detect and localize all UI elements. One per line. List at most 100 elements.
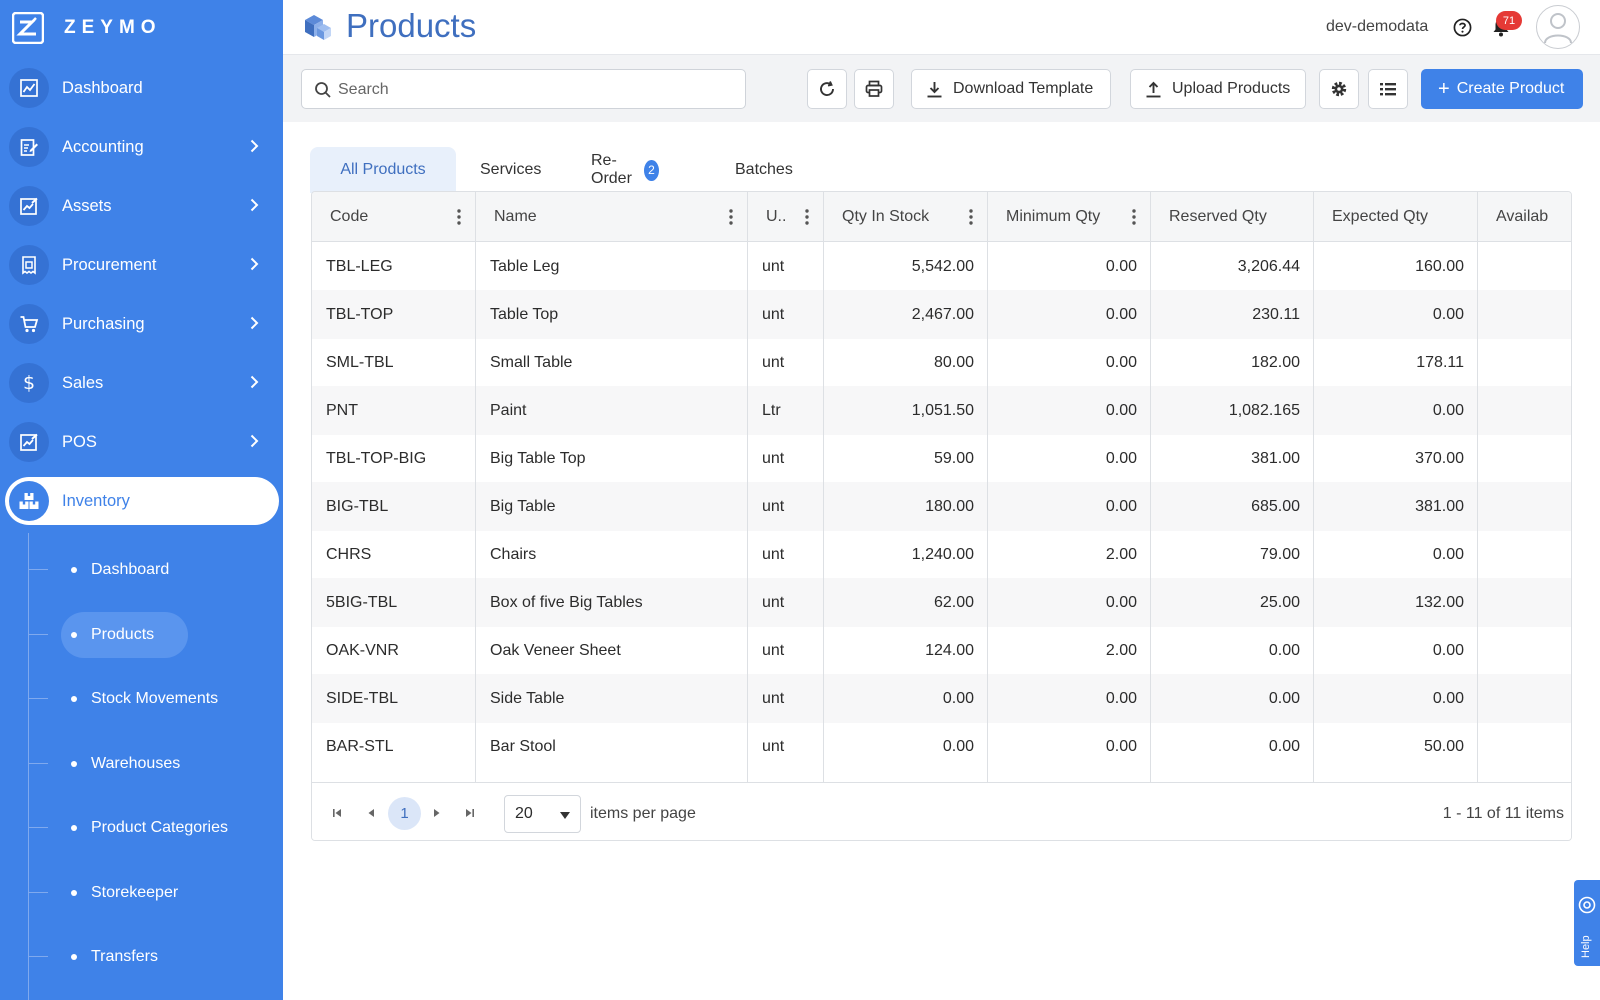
sidebar-item-label: Purchasing bbox=[62, 314, 145, 333]
page-size-select[interactable]: 20 bbox=[504, 795, 581, 833]
table-cell: TBL-LEG bbox=[326, 257, 393, 275]
column-menu-icon[interactable] bbox=[457, 209, 461, 230]
table-cell: 182.00 bbox=[1251, 353, 1300, 371]
table-cell: Box of five Big Tables bbox=[490, 593, 643, 611]
table-cell: Big Table bbox=[490, 497, 556, 515]
table-row[interactable]: SML-TBL Small Table unt 80.00 0.00 182.00 178.… bbox=[312, 338, 1571, 387]
sidebar-item-assets[interactable]: Assets bbox=[0, 181, 283, 231]
sidebar-item-accounting[interactable]: Accounting bbox=[0, 122, 283, 172]
table-cell: 80.00 bbox=[933, 353, 974, 371]
submenu-item-label: Stock Movements bbox=[91, 690, 219, 707]
column-header-u[interactable]: U.. bbox=[748, 192, 824, 242]
sidebar-item-purchasing[interactable]: Purchasing bbox=[0, 299, 283, 349]
column-divider bbox=[987, 192, 988, 782]
last-page-button[interactable] bbox=[462, 805, 478, 821]
tree-connector bbox=[28, 827, 48, 828]
user-name[interactable]: dev-demodata bbox=[1326, 18, 1428, 36]
submenu-item-dashboard[interactable]: Dashboard bbox=[0, 547, 283, 593]
column-menu-icon[interactable] bbox=[805, 209, 809, 230]
table-row[interactable]: CHRS Chairs unt 1,240.00 2.00 79.00 0.00 bbox=[312, 530, 1571, 579]
refresh-button[interactable] bbox=[807, 69, 847, 109]
download-template-button[interactable]: Download Template bbox=[911, 69, 1111, 109]
table-row[interactable]: 5BIG-TBL Box of five Big Tables unt 62.00 0.… bbox=[312, 578, 1571, 627]
help-widget-label: Help bbox=[1580, 935, 1592, 958]
gear-icon bbox=[1331, 81, 1347, 97]
help-circle-icon[interactable] bbox=[1453, 18, 1472, 42]
column-header-name[interactable]: Name bbox=[476, 192, 748, 242]
search-input[interactable] bbox=[338, 78, 728, 102]
table-row[interactable]: OAK-VNR Oak Veneer Sheet unt 124.00 2.00 0.00… bbox=[312, 626, 1571, 675]
submenu-item-product-categories[interactable]: Product Categories bbox=[0, 805, 283, 851]
submenu-item-warehouses[interactable]: Warehouses bbox=[0, 741, 283, 787]
sidebar-item-label: Dashboard bbox=[62, 78, 143, 97]
column-menu-icon[interactable] bbox=[1132, 209, 1136, 230]
tab-services[interactable]: Services bbox=[480, 147, 541, 193]
products-grid: Code Name U.. Qty In Stock Minimum Qty Reserv… bbox=[311, 191, 1572, 841]
column-header-availab[interactable]: Availab bbox=[1478, 192, 1571, 242]
table-cell: 25.00 bbox=[1259, 593, 1300, 611]
sidebar-item-inventory[interactable]: Inventory bbox=[0, 476, 283, 526]
table-cell: Big Table Top bbox=[490, 449, 586, 467]
prev-page-button[interactable] bbox=[363, 805, 379, 821]
brand[interactable]: ZEYMO bbox=[12, 10, 162, 46]
sidebar-item-label: Procurement bbox=[62, 255, 157, 274]
table-cell: BAR-STL bbox=[326, 737, 394, 755]
table-cell: Table Top bbox=[490, 305, 559, 323]
column-header-reserved-qty[interactable]: Reserved Qty bbox=[1151, 192, 1314, 242]
table-row[interactable]: SIDE-TBL Side Table unt 0.00 0.00 0.00 0.00 bbox=[312, 674, 1571, 723]
bullet-dot bbox=[71, 890, 77, 896]
table-row[interactable]: TBL-TOP-BIG Big Table Top unt 59.00 0.00 381.… bbox=[312, 434, 1571, 483]
sidebar: ZEYMO Dashboard Accounting Assets Procureme… bbox=[0, 0, 283, 1000]
submenu-item-label: Storekeeper bbox=[91, 884, 179, 901]
table-row[interactable]: TBL-LEG Table Leg unt 5,542.00 0.00 3,206.44 1… bbox=[312, 242, 1571, 291]
submenu-item-products[interactable]: Products bbox=[0, 612, 283, 658]
column-header-code[interactable]: Code bbox=[312, 192, 476, 242]
sidebar-item-sales[interactable]: $ Sales bbox=[0, 358, 283, 408]
submenu-item-storekeeper[interactable]: Storekeeper bbox=[0, 870, 283, 916]
column-header-minimum-qty[interactable]: Minimum Qty bbox=[988, 192, 1151, 242]
submenu-item-transfers[interactable]: Transfers bbox=[0, 934, 283, 980]
tab-all-products[interactable]: All Products bbox=[310, 147, 456, 193]
column-menu-icon[interactable] bbox=[969, 209, 973, 230]
tab-batches[interactable]: Batches bbox=[735, 147, 793, 193]
help-widget[interactable]: Help bbox=[1574, 880, 1600, 966]
table-cell: 50.00 bbox=[1423, 737, 1464, 755]
submenu-item-stock-movements[interactable]: Stock Movements bbox=[0, 676, 283, 722]
table-row[interactable]: BIG-TBL Big Table unt 180.00 0.00 685.00 381.0… bbox=[312, 482, 1571, 531]
column-header-expected-qty[interactable]: Expected Qty bbox=[1314, 192, 1478, 242]
avatar[interactable] bbox=[1536, 5, 1580, 49]
next-page-button[interactable] bbox=[429, 805, 445, 821]
table-row[interactable]: BAR-STL Bar Stool unt 0.00 0.00 0.00 50.00 bbox=[312, 722, 1571, 771]
sidebar-item-pos[interactable]: POS bbox=[0, 417, 283, 467]
settings-button[interactable] bbox=[1319, 69, 1359, 109]
table-row[interactable]: PNT Paint Ltr 1,051.50 0.00 1,082.165 0.00 bbox=[312, 386, 1571, 435]
table-cell: Small Table bbox=[490, 353, 573, 371]
cart-icon bbox=[9, 304, 49, 344]
tree-connector bbox=[28, 892, 48, 893]
products-cube-icon bbox=[301, 11, 333, 48]
table-cell: 0.00 bbox=[1432, 305, 1464, 323]
table-cell: 5,542.00 bbox=[911, 257, 974, 275]
column-divider bbox=[823, 192, 824, 782]
column-menu-icon[interactable] bbox=[729, 209, 733, 230]
zeymo-logo-icon bbox=[12, 12, 44, 44]
page-size-value: 20 bbox=[515, 805, 533, 822]
tab-count-badge: 2 bbox=[644, 159, 659, 181]
column-header-qty-in-stock[interactable]: Qty In Stock bbox=[824, 192, 988, 242]
page-number-button[interactable]: 1 bbox=[388, 797, 421, 830]
list-view-button[interactable] bbox=[1368, 69, 1408, 109]
print-button[interactable] bbox=[854, 69, 894, 109]
sidebar-item-dashboard[interactable]: Dashboard bbox=[0, 63, 283, 113]
sidebar-item-label: Sales bbox=[62, 373, 104, 392]
first-page-button[interactable] bbox=[329, 805, 345, 821]
table-row[interactable]: TBL-TOP Table Top unt 2,467.00 0.00 230.11 0.0… bbox=[312, 290, 1571, 339]
create-product-button[interactable]: + Create Product bbox=[1421, 69, 1583, 109]
sidebar-item-procurement[interactable]: Procurement bbox=[0, 240, 283, 290]
table-cell: TBL-TOP bbox=[326, 305, 394, 323]
bullet-dot bbox=[71, 825, 77, 831]
table-cell: unt bbox=[762, 545, 785, 563]
tab-re-order[interactable]: Re-Order 2 bbox=[591, 147, 659, 193]
upload-products-button[interactable]: Upload Products bbox=[1130, 69, 1306, 109]
table-cell: 1,082.165 bbox=[1228, 401, 1300, 419]
table-cell: 0.00 bbox=[1105, 305, 1137, 323]
